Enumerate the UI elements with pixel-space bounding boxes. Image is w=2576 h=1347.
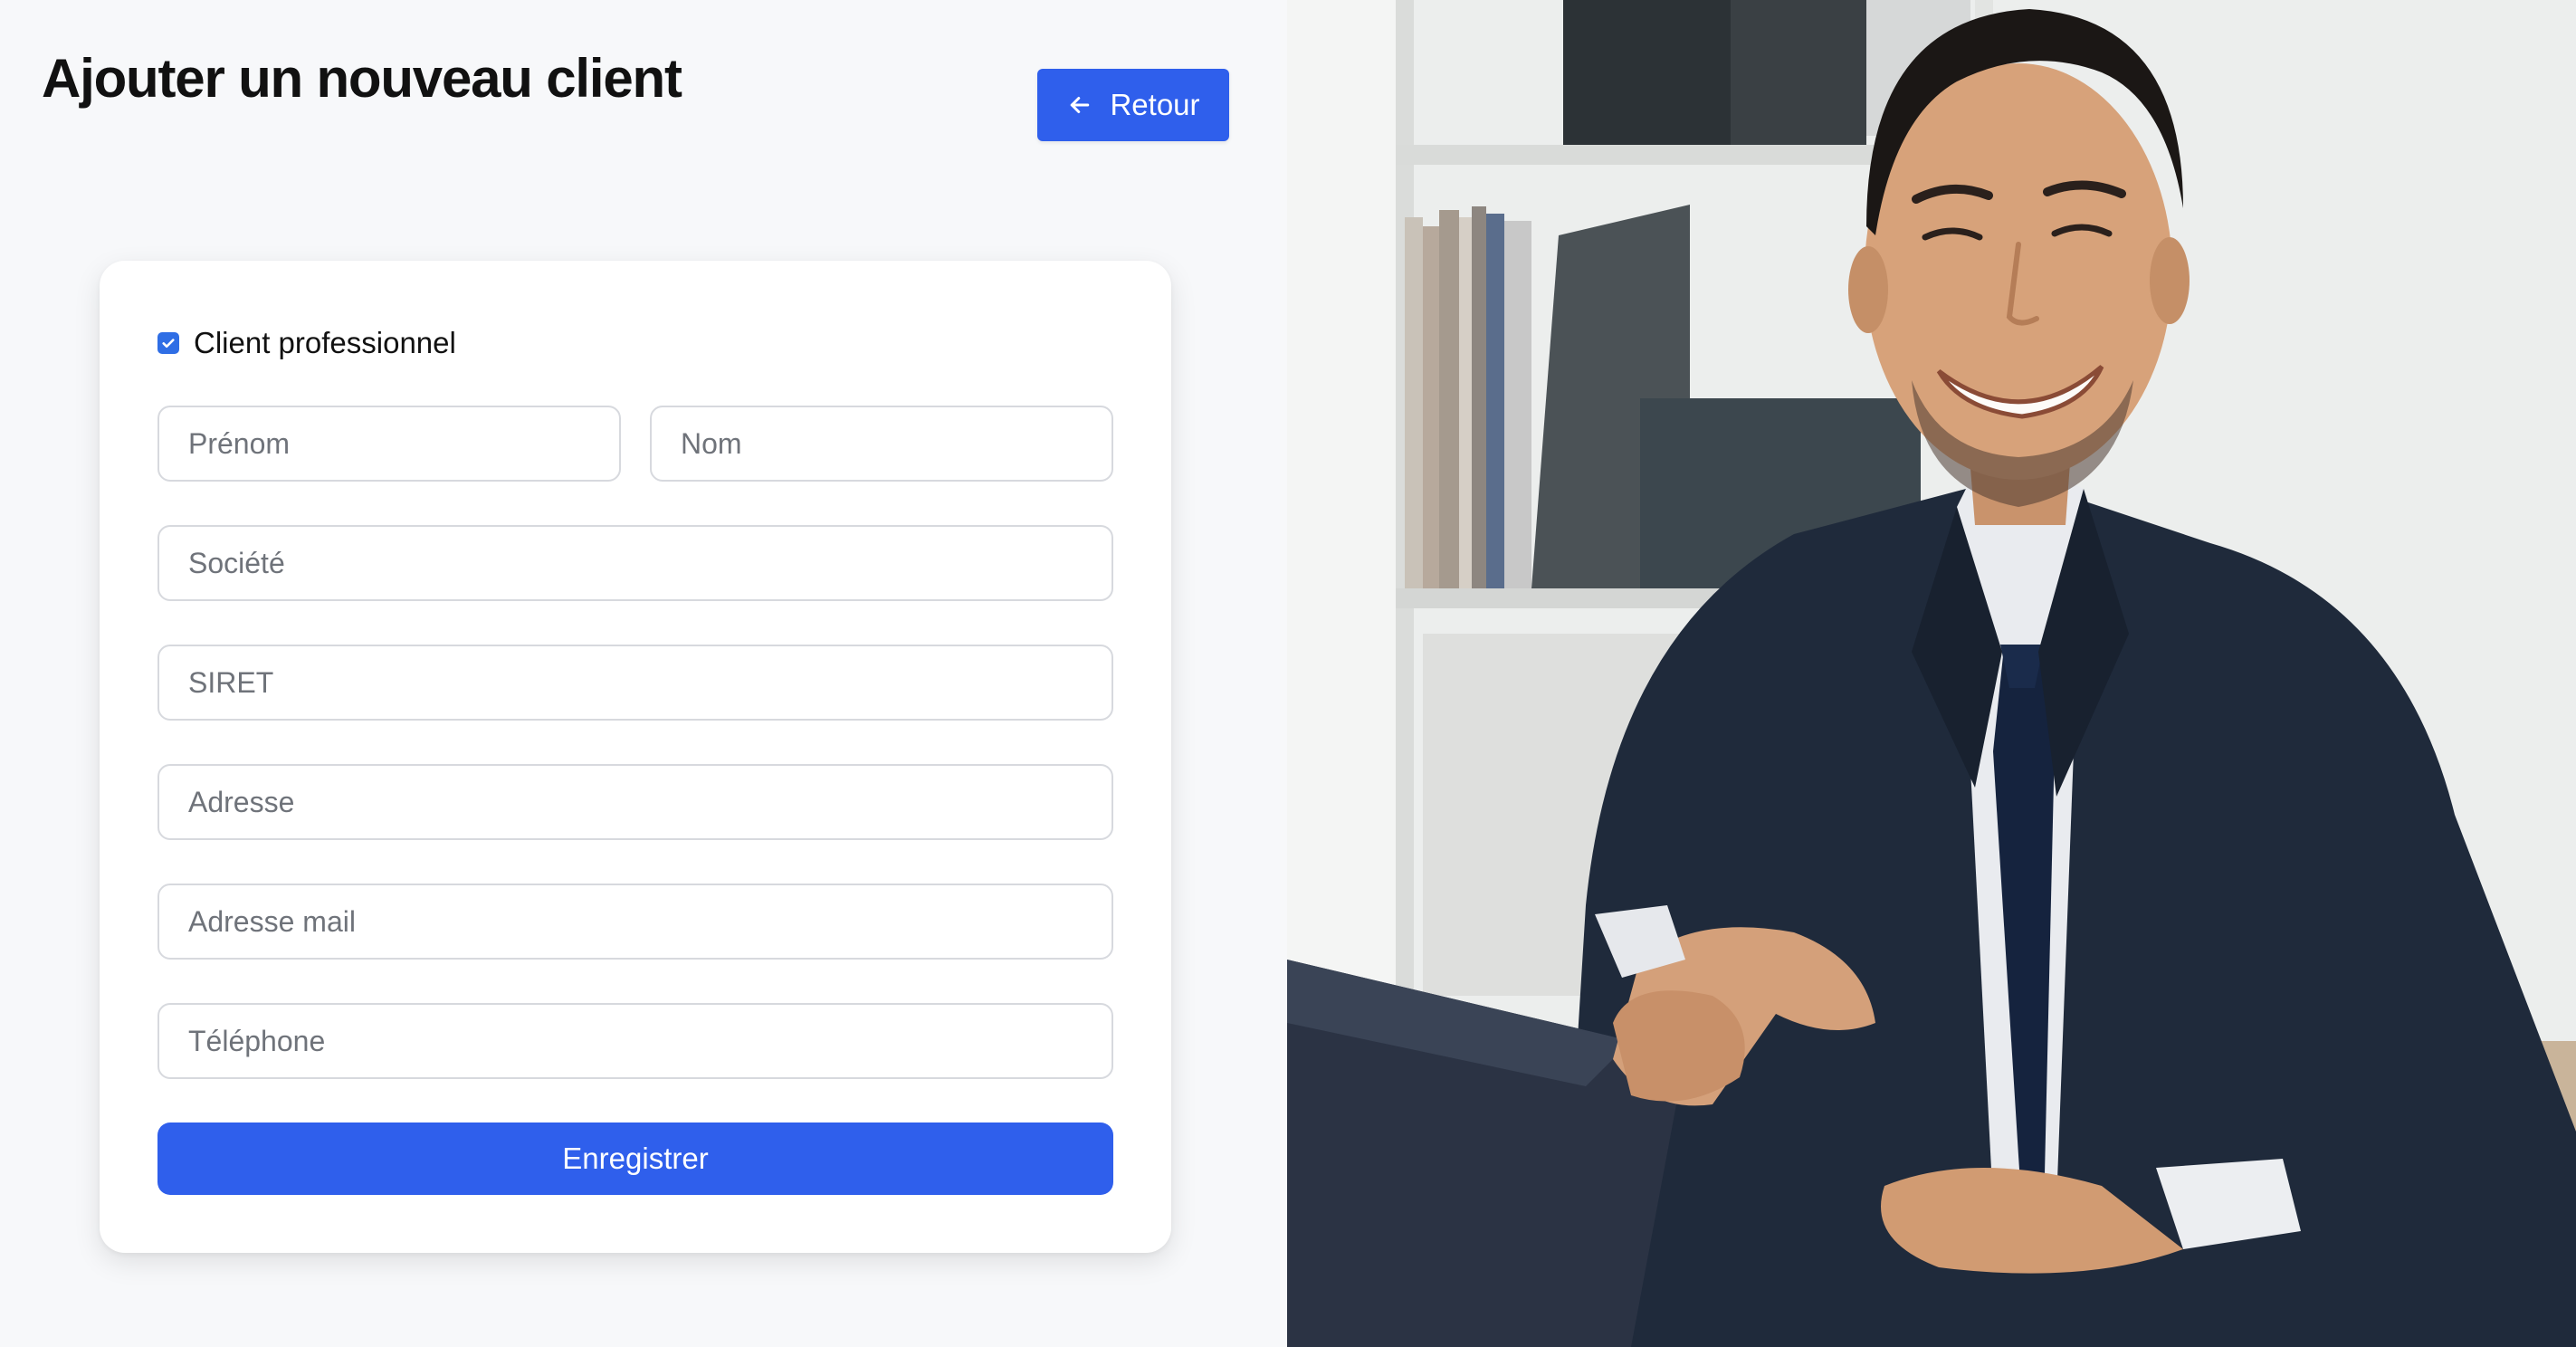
address-input[interactable] [157,764,1113,840]
professional-client-checkbox[interactable] [157,332,179,354]
save-button[interactable]: Enregistrer [157,1122,1113,1195]
first-name-input[interactable] [157,406,621,482]
businessman-handshake-illustration [1287,0,2576,1347]
page: Ajouter un nouveau client Retour Client … [0,0,2576,1347]
arrow-left-icon [1071,97,1090,113]
back-button[interactable]: Retour [1037,69,1229,141]
new-client-form: Client professionnel Enregistrer [100,261,1171,1253]
siret-input[interactable] [157,645,1113,721]
company-input[interactable] [157,525,1113,601]
professional-client-label: Client professionnel [194,326,456,359]
form-panel: Ajouter un nouveau client Retour Client … [0,0,1287,1347]
professional-client-checkbox-row[interactable]: Client professionnel [157,326,456,360]
email-input[interactable] [157,884,1113,960]
page-title: Ajouter un nouveau client [42,48,682,109]
phone-input[interactable] [157,1003,1113,1079]
checkmark-icon [162,339,175,349]
hero-photo [1287,0,2576,1347]
back-button-label: Retour [1110,88,1200,121]
last-name-input[interactable] [650,406,1113,482]
